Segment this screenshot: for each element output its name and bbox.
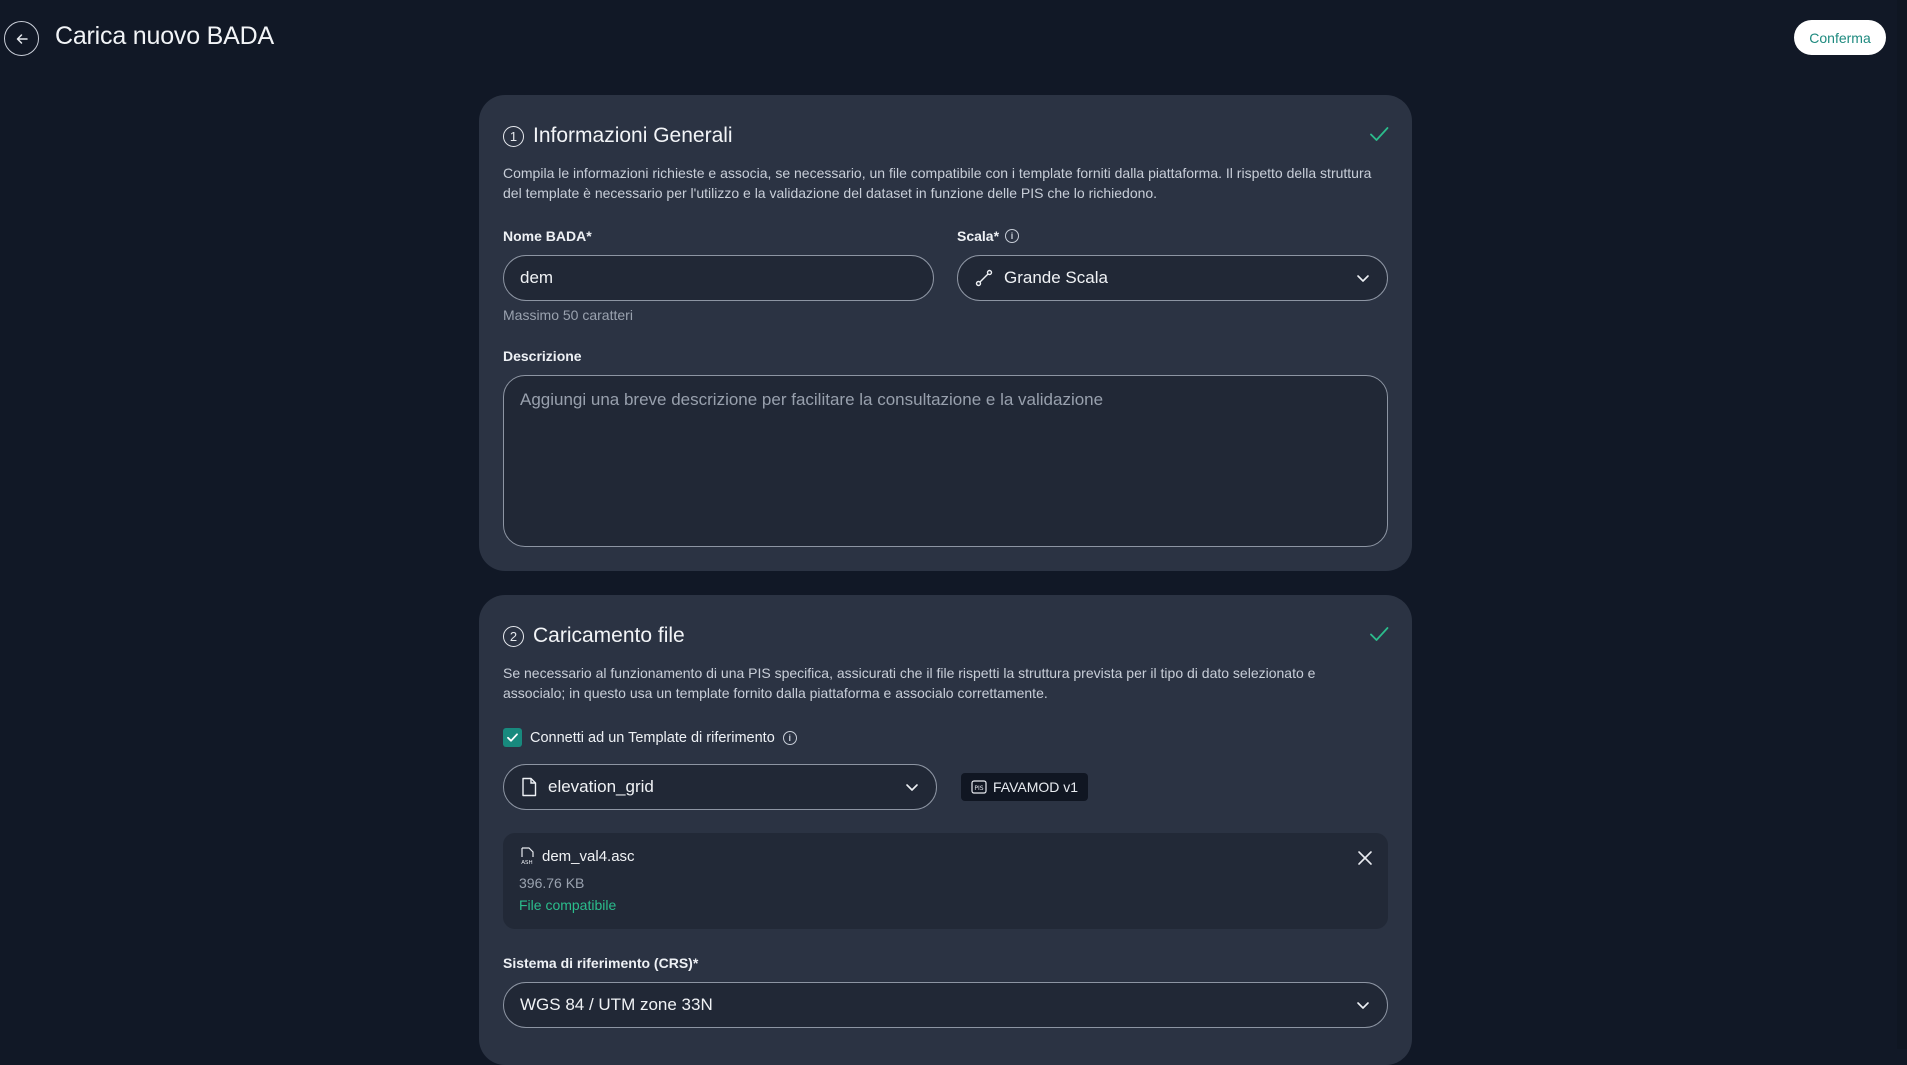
chevron-down-icon [1357, 1002, 1369, 1009]
section-description: Compila le informazioni richieste e asso… [503, 165, 1372, 201]
scale-icon [975, 269, 993, 287]
file-name-row: ASH dem_val4.asc [519, 847, 635, 865]
pis-badge: PIS FAVAMOD v1 [961, 773, 1089, 801]
general-info-card: 1 Informazioni Generali Compila le infor… [479, 95, 1412, 571]
crs-value: WGS 84 / UTM zone 33N [520, 995, 713, 1014]
section-header: 2 Caricamento file [503, 621, 685, 651]
asc-file-icon: ASH [521, 847, 534, 865]
section-header: 1 Informazioni Generali [503, 121, 733, 151]
pis-icon: PIS [971, 780, 987, 794]
name-label-text: Nome BADA* [503, 228, 592, 244]
chevron-down-icon [1357, 275, 1369, 282]
pis-badge-label: FAVAMOD v1 [993, 779, 1079, 795]
svg-text:ASH: ASH [521, 860, 532, 865]
section-description: Se necessario al funzionamento di una PI… [503, 665, 1316, 701]
svg-text:PIS: PIS [974, 785, 983, 792]
uploaded-file-card: ASH dem_val4.asc 396.76 KB File compatib… [503, 833, 1388, 929]
crs-label: Sistema di riferimento (CRS)* [503, 955, 698, 971]
section-title: Informazioni Generali [533, 124, 733, 147]
template-select[interactable]: elevation_grid [503, 764, 937, 810]
file-name: dem_val4.asc [542, 847, 635, 865]
crs-label-text: Sistema di riferimento (CRS)* [503, 955, 699, 971]
scale-select[interactable]: Grande Scala [957, 255, 1388, 301]
page-title: Carica nuovo BADA [55, 22, 274, 50]
back-button[interactable] [4, 21, 39, 56]
scale-label: Scala* i [957, 228, 1020, 244]
confirm-button[interactable]: Conferma [1794, 20, 1886, 55]
step-number: 1 [503, 125, 524, 147]
template-value: elevation_grid [548, 777, 654, 796]
name-label: Nome BADA* [503, 228, 592, 244]
info-icon[interactable]: i [1005, 229, 1020, 243]
name-hint: Massimo 50 caratteri [503, 307, 633, 323]
top-bar: Carica nuovo BADA Conferma [0, 0, 1907, 74]
file-icon [522, 777, 537, 797]
scale-value: Grande Scala [1004, 268, 1108, 287]
scale-label-text: Scala* [957, 228, 1000, 244]
template-checkbox-row: Connetti ad un Template di riferimento i [503, 728, 797, 747]
description-label-text: Descrizione [503, 348, 582, 364]
file-upload-card: 2 Caricamento file Se necessario al funz… [479, 595, 1412, 1065]
description-textarea[interactable]: Aggiungi una breve descrizione per facil… [503, 375, 1388, 547]
close-icon[interactable] [1356, 849, 1374, 867]
template-checkbox[interactable] [503, 728, 522, 747]
template-checkbox-label: Connetti ad un Template di riferimento [530, 729, 775, 746]
arrow-left-icon [16, 33, 28, 44]
scrollbar-thumb[interactable] [1899, 0, 1905, 1049]
description-label: Descrizione [503, 348, 582, 364]
chevron-down-icon [906, 784, 918, 791]
checkmark-icon [507, 733, 518, 742]
name-input[interactable]: dem [503, 255, 934, 301]
scrollbar[interactable] [1897, 0, 1907, 1049]
section-title: Caricamento file [533, 624, 685, 647]
file-status: File compatibile [519, 897, 617, 913]
info-icon[interactable]: i [782, 730, 797, 745]
file-size: 396.76 KB [519, 875, 585, 891]
check-icon [1370, 127, 1389, 141]
check-icon [1370, 627, 1389, 641]
crs-select[interactable]: WGS 84 / UTM zone 33N [503, 982, 1388, 1028]
step-number: 2 [503, 625, 524, 647]
